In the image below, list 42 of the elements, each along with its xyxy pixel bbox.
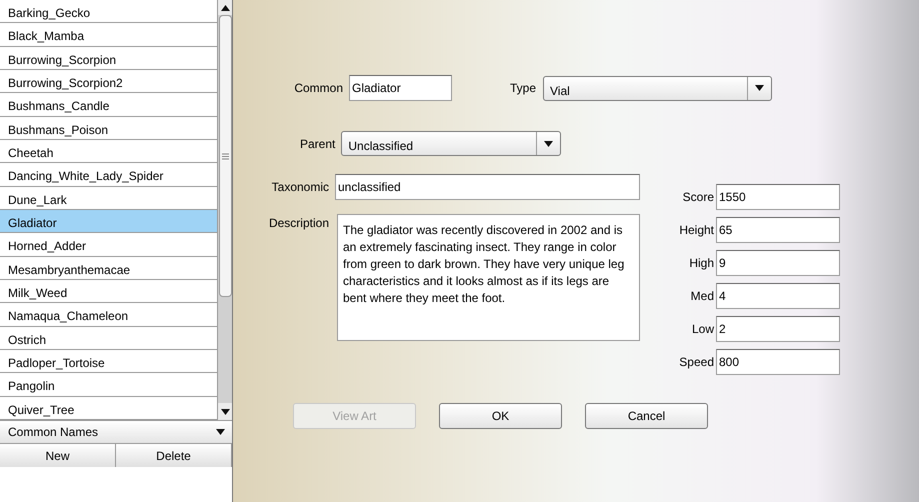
down-arrow-icon: [220, 408, 230, 414]
stat-field[interactable]: 800: [716, 349, 840, 375]
list-item[interactable]: Mesambryanthemacae: [0, 256, 217, 280]
field-label: Description: [268, 215, 329, 232]
stat-field[interactable]: 65: [716, 217, 840, 243]
list-item[interactable]: Quiver_Tree: [0, 396, 217, 420]
field-label: Parent: [300, 136, 336, 152]
field-label: Speed: [678, 354, 714, 371]
ok-button[interactable]: OK: [439, 403, 562, 429]
list-item[interactable]: Ostrich: [0, 326, 217, 350]
field-label: Height: [678, 222, 714, 239]
field-label: Type: [510, 80, 536, 97]
field-label: Low: [690, 321, 714, 338]
stat-field[interactable]: 4: [716, 283, 840, 309]
down-arrow-icon: [216, 429, 224, 435]
scrollbar-thumb[interactable]: [218, 15, 232, 297]
type-dropdown[interactable]: Vial: [543, 76, 772, 100]
list-item[interactable]: Gladiator: [0, 210, 217, 234]
field-label: High: [688, 255, 714, 272]
stat-field[interactable]: 9: [716, 250, 840, 276]
taxonomic-field[interactable]: unclassified: [335, 174, 640, 200]
scrollbar[interactable]: [217, 0, 232, 420]
new-button[interactable]: New: [0, 444, 116, 467]
field-label: Score: [682, 189, 714, 206]
list-item[interactable]: Dune_Lark: [0, 186, 217, 210]
up-arrow-icon: [220, 4, 230, 10]
down-arrow-icon: [755, 85, 764, 91]
field-label: Med: [690, 288, 714, 305]
list-item[interactable]: Bushmans_Poison: [0, 116, 217, 140]
cancel-button[interactable]: Cancel: [585, 403, 708, 429]
name-type-dropdown[interactable]: Common Names: [0, 420, 232, 443]
stat-field[interactable]: 2: [716, 316, 840, 342]
field-label: Taxonomic: [270, 179, 329, 196]
description-field[interactable]: The gladiator was recently discovered in 2002 and is an extremely fascinating insect. They range in color from green to dark brown. They have very unique leg characteristics and it looks almost as if its legs are bent where they meet the foot.: [337, 214, 640, 341]
common-name-field[interactable]: Gladiator: [349, 75, 452, 101]
field-label: Common: [293, 80, 343, 97]
stat-field[interactable]: 1550: [716, 184, 840, 210]
delete-button[interactable]: Delete: [116, 444, 232, 467]
parent-dropdown[interactable]: Unclassified: [341, 131, 562, 156]
grip-icon: [222, 152, 228, 160]
down-arrow-icon: [544, 140, 554, 146]
list-item[interactable]: Burrowing_Scorpion: [0, 46, 217, 70]
